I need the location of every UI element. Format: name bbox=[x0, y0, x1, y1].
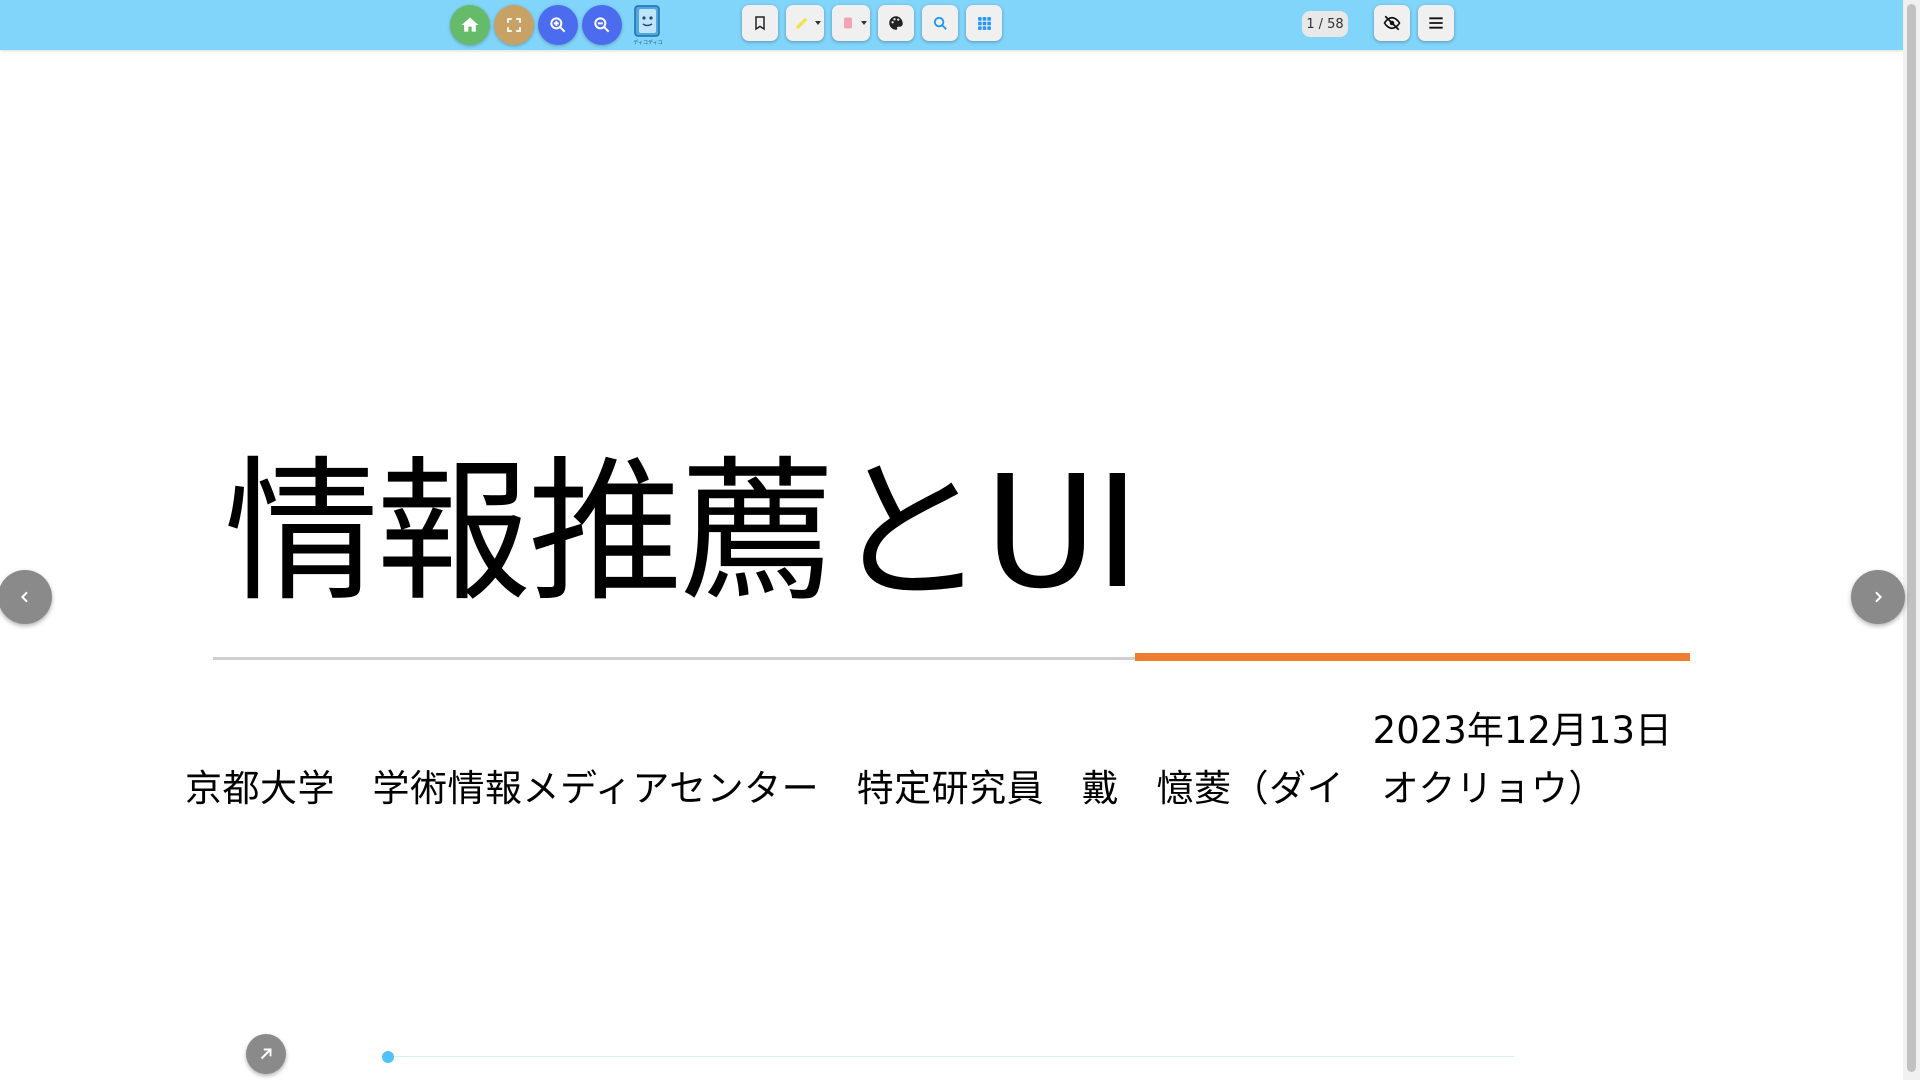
page-counter: 1 / 58 bbox=[1302, 11, 1348, 37]
slide-author: 京都大学 学術情報メディアセンター 特定研究員 戴 憶菱（ダイ オクリョウ） bbox=[185, 767, 1606, 810]
thumbnails-button[interactable] bbox=[966, 5, 1002, 41]
zoom-out-icon bbox=[594, 17, 610, 33]
vertical-scrollbar[interactable] bbox=[1903, 0, 1920, 1080]
zoom-in-button[interactable] bbox=[538, 5, 578, 45]
chevron-down-icon bbox=[861, 21, 867, 25]
hide-toolbar-button[interactable] bbox=[1374, 5, 1410, 41]
zoom-in-icon bbox=[550, 17, 566, 33]
hamburger-menu-icon bbox=[1429, 17, 1443, 29]
title-divider-gray bbox=[213, 657, 1135, 660]
menu-button[interactable] bbox=[1418, 5, 1454, 41]
fullscreen-icon bbox=[507, 18, 521, 32]
highlighter-icon bbox=[796, 17, 808, 29]
page-progress-track[interactable] bbox=[388, 1056, 1514, 1057]
slide-title: 情報推薦とUI bbox=[224, 442, 1140, 623]
bookmark-button[interactable] bbox=[742, 5, 778, 41]
page-separator: / bbox=[1318, 16, 1324, 32]
scrollbar-thumb[interactable] bbox=[1907, 4, 1916, 1072]
search-button[interactable] bbox=[922, 5, 958, 41]
title-divider-accent bbox=[1135, 653, 1690, 661]
next-page-button[interactable] bbox=[1851, 570, 1905, 624]
chevron-down-icon bbox=[815, 21, 821, 25]
palette-button[interactable] bbox=[878, 5, 914, 41]
eraser-button[interactable] bbox=[832, 5, 870, 41]
zoom-out-button[interactable] bbox=[582, 5, 622, 45]
previous-page-button[interactable] bbox=[0, 570, 52, 624]
eye-off-icon bbox=[1383, 15, 1401, 31]
chevron-right-icon bbox=[1875, 591, 1883, 603]
bookmark-icon bbox=[755, 16, 765, 31]
current-page: 1 bbox=[1306, 16, 1315, 32]
top-toolbar: ディコディコ 1 / 58 bbox=[0, 0, 1903, 50]
highlighter-button[interactable] bbox=[786, 5, 824, 41]
home-button[interactable] bbox=[450, 5, 490, 45]
svg-text:ディコディコ: ディコディコ bbox=[633, 39, 662, 46]
search-icon bbox=[933, 16, 947, 30]
expand-button[interactable] bbox=[246, 1034, 286, 1074]
arrow-up-right-icon bbox=[260, 1048, 272, 1060]
grid-icon bbox=[977, 16, 991, 30]
eraser-icon bbox=[844, 17, 852, 29]
fullscreen-button[interactable] bbox=[494, 5, 534, 45]
slide-date: 2023年12月13日 bbox=[1372, 709, 1672, 752]
total-pages: 58 bbox=[1327, 16, 1344, 32]
palette-icon bbox=[889, 16, 903, 30]
chevron-left-icon bbox=[20, 591, 28, 603]
page-progress-handle[interactable] bbox=[382, 1051, 394, 1063]
home-icon bbox=[461, 17, 479, 32]
book-mascot-logo: ディコディコ bbox=[633, 5, 663, 46]
app-logo[interactable]: ディコディコ bbox=[630, 4, 666, 46]
